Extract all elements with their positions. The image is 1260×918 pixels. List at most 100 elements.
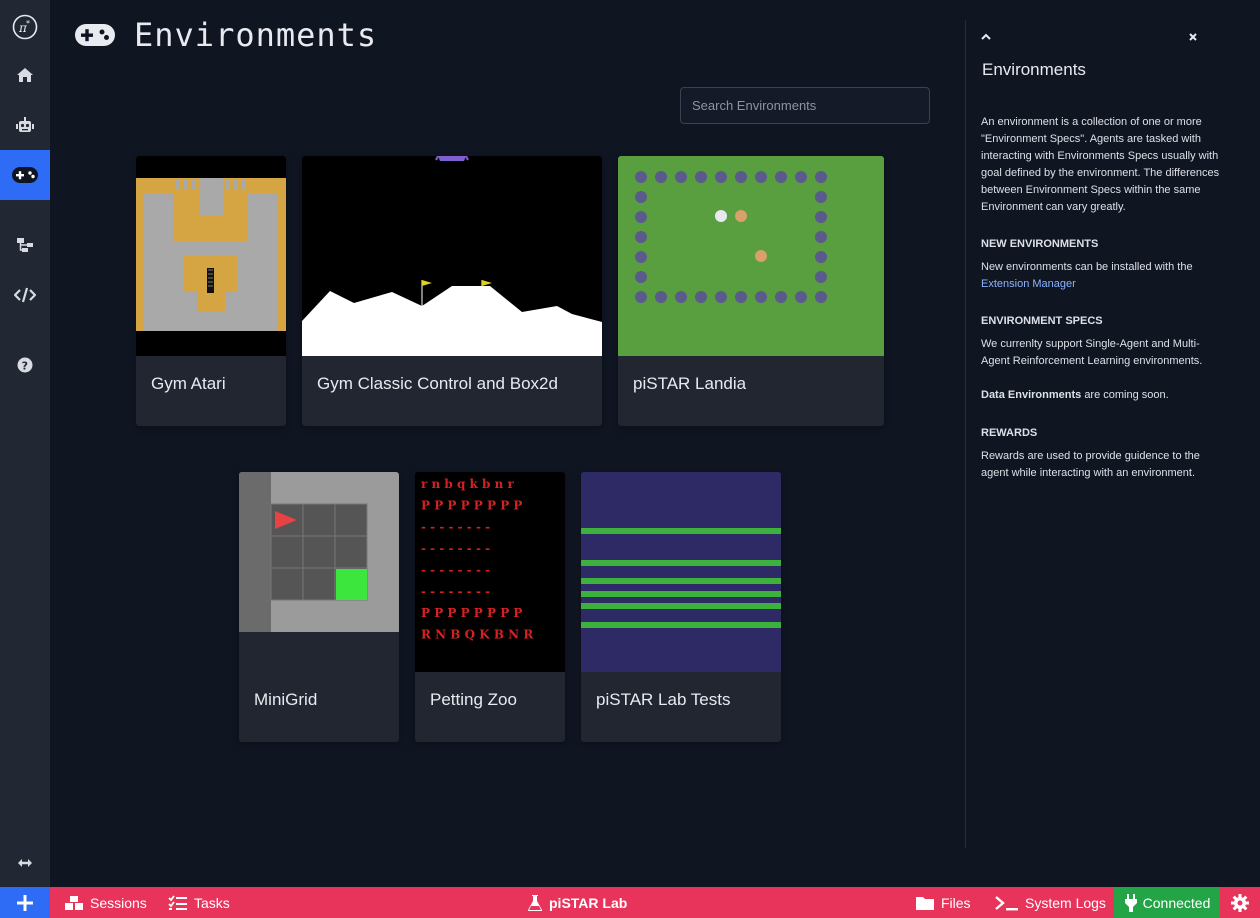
system-logs-label: System Logs (1025, 894, 1106, 911)
rock-sprite (715, 291, 727, 303)
files-label: Files (941, 894, 971, 911)
data-environments-bold: Data Environments (981, 389, 1082, 401)
extension-manager-link[interactable]: Extension Manager (981, 278, 1076, 290)
panel-intro: An environment is a collection of one or… (981, 116, 1220, 213)
gamepad-icon (75, 24, 115, 46)
rock-sprite (695, 291, 707, 303)
rock-sprite (775, 171, 787, 183)
rock-sprite (635, 251, 647, 263)
sessions-button[interactable]: Sessions (64, 887, 147, 918)
chess-row: - - - - - - - - (421, 542, 490, 556)
rock-sprite (635, 231, 647, 243)
rock-sprite (815, 171, 827, 183)
cubes-icon (65, 895, 83, 910)
environment-card-label: Gym Atari (151, 374, 226, 393)
code-icon[interactable] (0, 275, 50, 315)
sitemap-icon[interactable] (0, 225, 50, 265)
rock-sprite (775, 291, 787, 303)
main-content: Environments Gym Atari (50, 0, 964, 887)
tasks-label: Tasks (194, 894, 230, 911)
rock-sprite (795, 171, 807, 183)
plug-icon (1124, 893, 1137, 912)
chess-row: P P P P P P P P (421, 606, 522, 620)
rock-sprite (635, 191, 647, 203)
page-header: Environments (74, 16, 377, 54)
panel-new-environments-text: New environments can be installed with t… (981, 259, 1221, 293)
rock-sprite (715, 171, 727, 183)
environment-card-label: Petting Zoo (430, 690, 517, 709)
rock-sprite (675, 171, 687, 183)
svg-text:*: * (26, 19, 30, 28)
chess-row: - - - - - - - - (421, 563, 490, 577)
rock-sprite (635, 211, 647, 223)
environment-card-gym-classic-control[interactable]: Gym Classic Control and Box2d (302, 156, 602, 426)
new-environments-text: New environments can be installed with t… (981, 261, 1193, 273)
rock-sprite (675, 291, 687, 303)
connection-status[interactable]: Connected (1114, 887, 1220, 918)
data-environments-suffix: are coming soon. (1084, 389, 1169, 401)
environment-card-label: piSTAR Lab Tests (596, 690, 731, 709)
rock-sprite (695, 171, 707, 183)
app-name-label: piSTAR Lab (549, 894, 628, 911)
sessions-label: Sessions (90, 894, 147, 911)
gamepad-icon[interactable] (0, 150, 50, 200)
panel-heading-rewards: REWARDS (981, 427, 1038, 439)
rock-sprite (815, 271, 827, 283)
rock-sprite (755, 171, 767, 183)
settings-button[interactable] (1220, 887, 1260, 918)
terminal-icon (995, 895, 1018, 910)
rock-sprite (735, 291, 747, 303)
flask-icon (528, 894, 542, 911)
panel-heading-environment-specs: ENVIRONMENT SPECS (981, 315, 1103, 327)
rock-sprite (655, 171, 667, 183)
rock-sprite (635, 271, 647, 283)
rock-sprite (815, 231, 827, 243)
environment-thumbnail (581, 472, 781, 672)
tasks-button[interactable]: Tasks (168, 887, 230, 918)
character-sprite (755, 250, 767, 262)
character-sprite (715, 210, 727, 222)
environment-card-minigrid[interactable]: MiniGrid (239, 472, 399, 742)
bottom-bar: Sessions Tasks piSTAR Lab Files System L… (0, 887, 1260, 918)
pistar-logo-icon[interactable]: π * (0, 7, 50, 47)
chess-row: - - - - - - - - (421, 585, 490, 599)
chevron-up-icon[interactable] (980, 30, 992, 48)
environment-card-petting-zoo[interactable]: r n b q k b n r P P P P P P P P - - - - - … (415, 472, 565, 742)
robot-icon[interactable] (0, 105, 50, 145)
page-title: Environments (134, 16, 378, 54)
pistar-lab-button[interactable]: piSTAR Lab (527, 887, 627, 918)
chess-row: P P P P P P P P (421, 499, 522, 513)
chess-row: - - - - - - - - (421, 520, 490, 534)
environment-card-pistar-lab-tests[interactable]: piSTAR Lab Tests (581, 472, 781, 742)
panel-data-environments-text: Data Environments are coming soon. (981, 387, 1221, 404)
chess-row: r n b q k b n r (421, 477, 515, 491)
rock-sprite (755, 291, 767, 303)
environment-thumbnail (136, 156, 286, 356)
info-panel: Environments An environment is a collect… (965, 20, 1260, 848)
environment-card-pistar-landia[interactable]: piSTAR Landia (618, 156, 884, 426)
home-icon[interactable] (0, 55, 50, 95)
add-button[interactable] (0, 887, 50, 918)
rock-sprite (815, 251, 827, 263)
rock-sprite (635, 291, 647, 303)
system-logs-button[interactable]: System Logs (995, 887, 1106, 918)
close-icon[interactable] (1187, 30, 1199, 48)
character-sprite (735, 210, 747, 222)
connection-status-label: Connected (1142, 894, 1211, 911)
rock-sprite (735, 171, 747, 183)
environment-card-gym-atari[interactable]: Gym Atari (136, 156, 286, 426)
panel-rewards-text: Rewards are used to provide guidence to … (981, 450, 1200, 479)
sidebar: π * ? (0, 0, 50, 887)
panel-heading-new-environments: NEW ENVIRONMENTS (981, 238, 1099, 250)
rock-sprite (655, 291, 667, 303)
panel-title: Environments (982, 60, 1086, 79)
help-icon[interactable]: ? (0, 345, 50, 385)
search-input[interactable] (680, 87, 930, 124)
folder-icon (916, 896, 934, 910)
expand-icon[interactable] (0, 843, 50, 883)
rock-sprite (815, 291, 827, 303)
environment-card-label: MiniGrid (254, 690, 318, 709)
rock-sprite (795, 291, 807, 303)
rock-sprite (635, 171, 647, 183)
files-button[interactable]: Files (915, 887, 971, 918)
